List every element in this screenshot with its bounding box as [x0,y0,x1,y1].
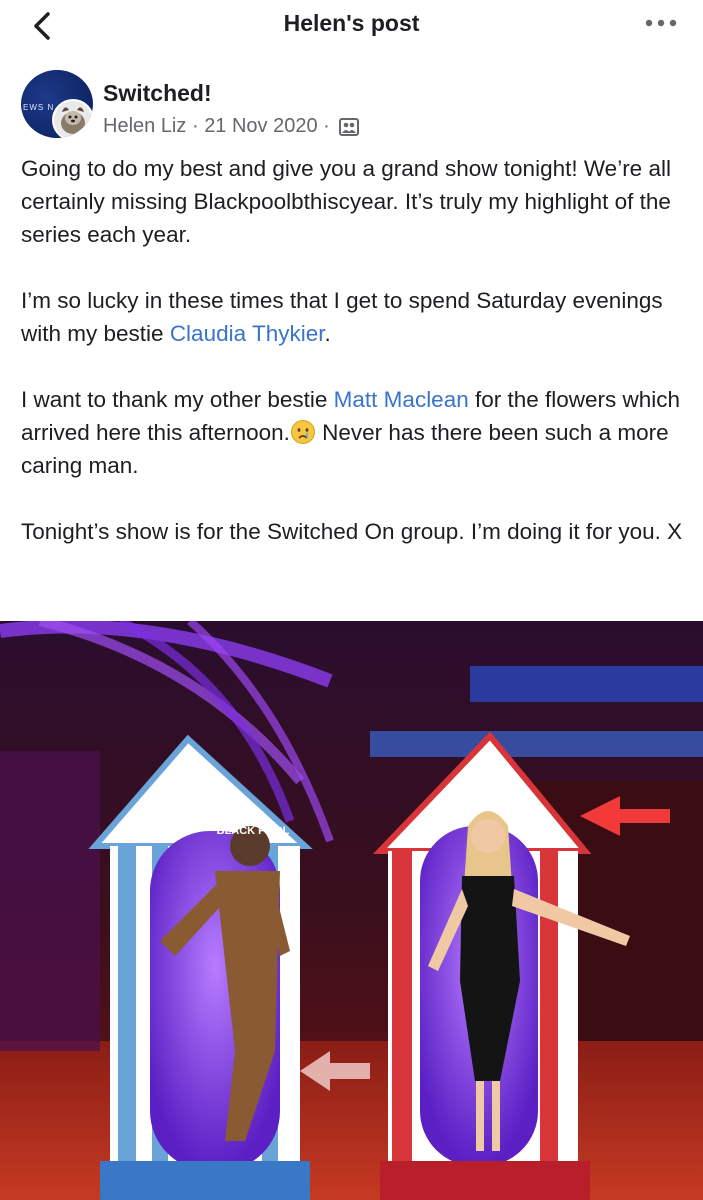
paragraph-2-end: . [324,321,331,346]
paragraph-2-text: I’m so lucky in these times that I get t… [21,288,663,346]
mention-claudia[interactable]: Claudia Thykier [170,321,325,346]
more-horizontal-icon[interactable] [643,10,679,36]
post-meta: Helen Liz · 21 Nov 2020 · [103,115,360,138]
post-body: Going to do my best and give you a grand… [21,152,689,581]
page-title: Helen's post [283,10,420,36]
paragraph-3-text: I want to thank my other bestie [21,387,334,412]
post-photo[interactable]: BLACK POOL BLACK POOL [0,621,703,1200]
meta-separator-2: · [323,115,330,138]
paragraph-4: Tonight’s show is for the Switched On gr… [21,519,683,544]
group-members-icon [339,117,360,136]
dog-photo-icon [52,99,93,138]
paragraph-2: I’m so lucky in these times that I get t… [21,284,689,350]
svg-text:BLACK POOL: BLACK POOL [455,803,521,814]
post-header: EWS N Switched! Helen Liz · 21 Nov 2020 … [21,68,701,140]
mention-matt[interactable]: Matt Maclean [334,387,469,412]
studio-photo-illustration: BLACK POOL BLACK POOL [0,621,703,1200]
group-avatar[interactable]: EWS N [21,70,93,138]
crying-face-emoji-icon [290,420,315,444]
top-bar: Helen's post [0,0,703,50]
meta-separator: · [191,115,199,138]
post-date[interactable]: 21 Nov 2020 [204,115,317,137]
group-name[interactable]: Switched! [103,80,212,107]
svg-text:BLACK POOL: BLACK POOL [217,825,290,837]
paragraph-1: Going to do my best and give you a grand… [21,156,671,247]
author-name[interactable]: Helen Liz [103,115,186,137]
avatar-text: EWS N [23,103,55,112]
paragraph-3: I want to thank my other bestie Matt Mac… [21,383,689,482]
